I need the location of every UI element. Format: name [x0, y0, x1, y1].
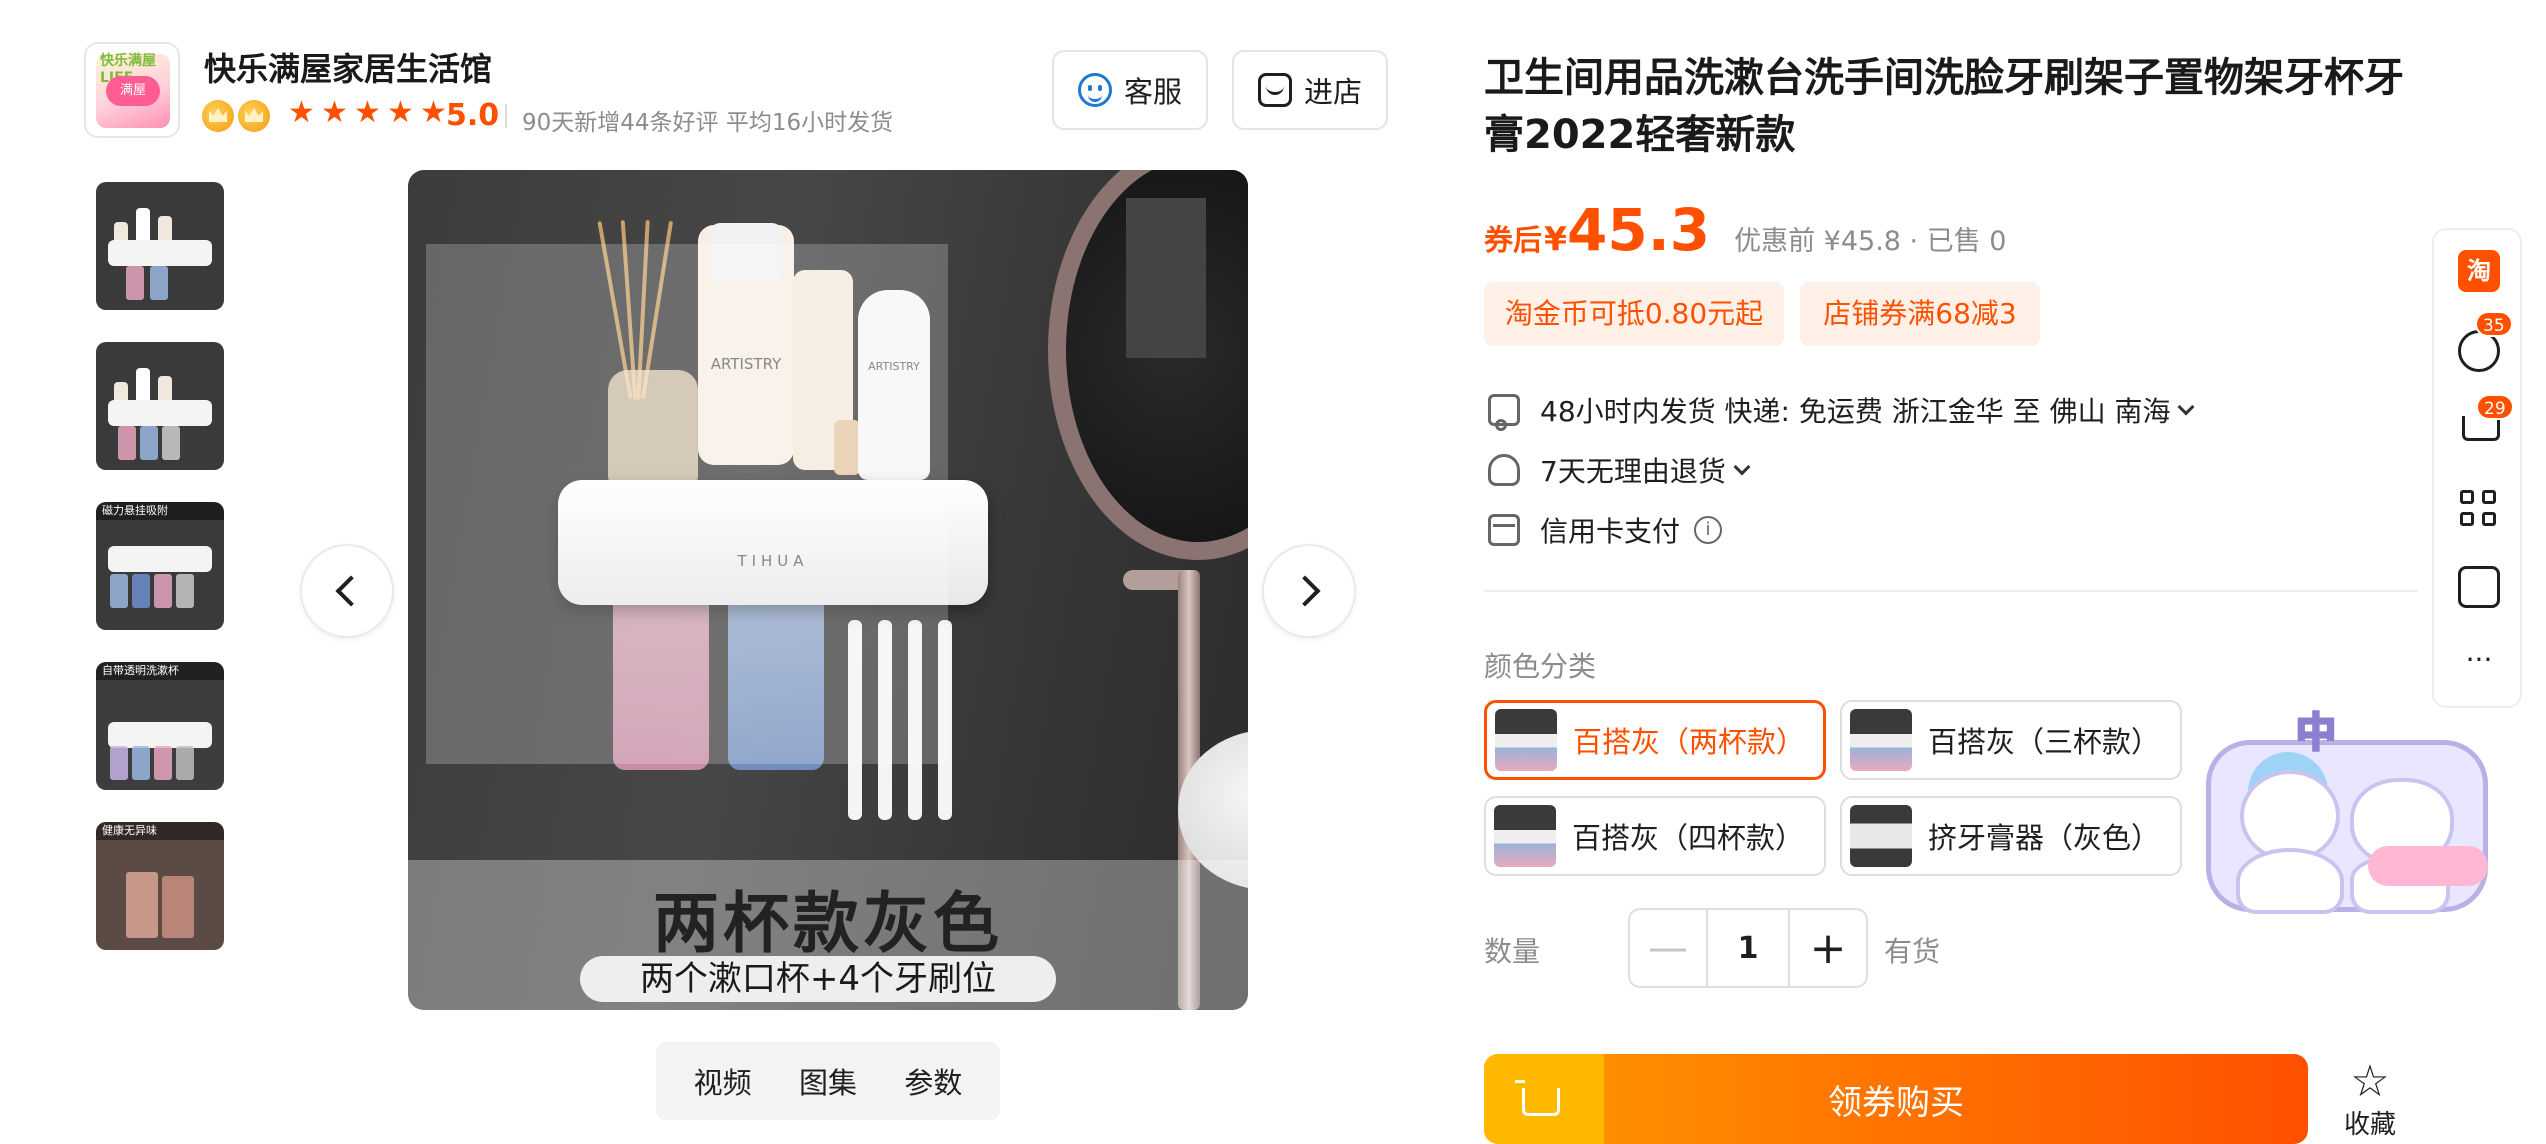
- quantity-decrease-button[interactable]: —: [1630, 910, 1708, 986]
- payment-text: 信用卡支付: [1540, 515, 1681, 548]
- crown-icon: [238, 100, 270, 132]
- shop-icon: [1257, 73, 1292, 107]
- sku-swatch: [1850, 709, 1912, 771]
- enter-shop-button[interactable]: 进店: [1232, 50, 1388, 130]
- favorite-label: 收藏: [2343, 1110, 2396, 1140]
- return-policy[interactable]: 7天无理由退货: [1488, 450, 1751, 490]
- image-overlay-subtitle: 两个漱口杯+4个牙刷位: [580, 956, 1056, 1002]
- return-text: 7天无理由退货: [1540, 455, 1726, 488]
- star-icon: ★: [387, 95, 414, 130]
- chevron-down-icon: [1733, 458, 1751, 476]
- quantity-label: 数量: [1484, 935, 1541, 968]
- enter-shop-label: 进店: [1303, 75, 1362, 109]
- chevron-down-icon: [2177, 398, 2195, 416]
- customer-service-label: 客服: [1123, 75, 1182, 109]
- customer-service-button[interactable]: 客服: [1052, 50, 1208, 130]
- shipping-text: 48小时内发货 快递: 免运费 浙江金华 至 佛山 南海: [1540, 395, 2171, 428]
- color-label: 颜色分类: [1484, 650, 1597, 683]
- chevron-right-icon: [1289, 575, 1321, 607]
- taobao-icon[interactable]: 淘: [2458, 250, 2500, 292]
- sku-swatch: [1850, 805, 1912, 867]
- cart-icon[interactable]: 29: [2458, 394, 2514, 450]
- info-icon[interactable]: i: [1694, 516, 1723, 544]
- quantity-stepper: — 1 +: [1628, 908, 1868, 988]
- shop-name[interactable]: 快乐满屋家居生活馆: [204, 44, 492, 90]
- buy-label: 领券购买: [1828, 1082, 1964, 1123]
- shop-logo[interactable]: 快乐满屋LIFE 满屋: [84, 42, 180, 138]
- divider: [505, 104, 507, 128]
- shop-meta: 90天新增44条好评 平均16小时发货: [522, 110, 894, 136]
- zoom-lens: [426, 244, 948, 764]
- shop-rating: 5.0: [446, 98, 500, 133]
- price-currency: ¥: [1544, 219, 1567, 258]
- quantity-increase-button[interactable]: +: [1788, 910, 1866, 986]
- star-outline-icon: ☆: [2350, 1056, 2390, 1107]
- thumbnail-4[interactable]: 自带透明洗漱杯: [96, 662, 224, 790]
- sku-option-1[interactable]: 百搭灰（两杯款）: [1484, 700, 1826, 780]
- crown-icon: [202, 100, 234, 132]
- coupon-taojinbi[interactable]: 淘金币可抵0.80元起: [1484, 282, 1784, 346]
- credit-card-icon: [1488, 514, 1520, 546]
- message-badge: 35: [2475, 311, 2513, 337]
- thumbnail-5[interactable]: 健康无异味: [96, 822, 224, 950]
- sku-label: 百搭灰（两杯款）: [1573, 725, 1806, 759]
- thumbnail-2[interactable]: [96, 342, 224, 470]
- quantity-input[interactable]: 1: [1708, 910, 1788, 986]
- shipping-info[interactable]: 48小时内发货 快递: 免运费 浙江金华 至 佛山 南海: [1488, 390, 2195, 431]
- thumbnail-caption: 健康无异味: [96, 822, 224, 840]
- search-doc-icon[interactable]: [2458, 566, 2500, 608]
- cart-badge: 29: [2476, 394, 2514, 420]
- product-title: 卫生间用品洗漱台洗手间洗脸牙刷架子置物架牙杯牙膏2022轻奢新款: [1484, 55, 2404, 158]
- mascot-text: 中: [2295, 709, 2338, 758]
- image-overlay-title: 两杯款灰色: [653, 885, 1003, 962]
- media-tabs: 视频 图集 参数: [656, 1042, 1000, 1120]
- shop-crowns: [202, 100, 270, 132]
- price-value: 45.3: [1566, 196, 1711, 264]
- sku-label: 挤牙膏器（灰色）: [1928, 821, 2161, 855]
- favorite-button[interactable]: ☆ 收藏: [2330, 1060, 2410, 1141]
- rating-stars: ★ ★ ★ ★ ★: [288, 98, 450, 128]
- more-icon[interactable]: ···: [2458, 646, 2500, 692]
- tab-params[interactable]: 参数: [904, 1060, 962, 1102]
- coupon-shop[interactable]: 店铺券满68减3: [1800, 282, 2040, 346]
- stock-status: 有货: [1884, 935, 1941, 968]
- divider: [1484, 590, 2418, 592]
- thumbnail-caption: 自带透明洗漱杯: [96, 662, 224, 680]
- main-product-image[interactable]: ARTISTRY ARTISTRY TIHUA 两杯款灰色 两个漱口杯+4个牙刷…: [408, 170, 1248, 1010]
- sku-option-3[interactable]: 百搭灰（四杯款）: [1484, 796, 1826, 876]
- chevron-left-icon: [335, 575, 367, 607]
- tab-video[interactable]: 视频: [694, 1060, 752, 1102]
- return-shield-icon: [1488, 454, 1520, 486]
- mascot-widget[interactable]: 中: [2200, 700, 2494, 918]
- tab-gallery[interactable]: 图集: [799, 1060, 857, 1102]
- thumbnail-3[interactable]: 磁力悬挂吸附: [96, 502, 224, 630]
- thumbnail-1[interactable]: [96, 182, 224, 310]
- sku-option-4[interactable]: 挤牙膏器（灰色）: [1840, 796, 2182, 876]
- star-icon: ★: [288, 95, 315, 130]
- buy-with-coupon-button[interactable]: 领券购买: [1484, 1054, 2308, 1144]
- original-price: 优惠前 ¥45.8 · 已售 0: [1734, 226, 2007, 257]
- payment-info: 信用卡支付 i: [1488, 510, 1723, 550]
- sku-swatch: [1495, 709, 1557, 771]
- add-to-cart-button[interactable]: [1484, 1054, 1604, 1144]
- sku-swatch: [1494, 805, 1556, 867]
- cart-plus-icon: [1515, 1080, 1560, 1116]
- thumbnail-caption: 磁力悬挂吸附: [96, 502, 224, 520]
- sku-option-2[interactable]: 百搭灰（三杯款）: [1840, 700, 2182, 780]
- star-icon: ★: [354, 95, 381, 130]
- sku-label: 百搭灰（三杯款）: [1928, 725, 2161, 759]
- sku-label: 百搭灰（四杯款）: [1572, 821, 1805, 855]
- price-block: 券后 ¥ 45.3 优惠前 ¥45.8 · 已售 0: [1484, 196, 2006, 264]
- truck-icon: [1488, 394, 1520, 431]
- prev-image-button[interactable]: [300, 544, 394, 638]
- chat-smile-icon: [1077, 73, 1112, 107]
- next-image-button[interactable]: [1262, 544, 1356, 638]
- star-icon: ★: [321, 95, 348, 130]
- side-toolbar: 淘 35 29 ···: [2432, 228, 2522, 708]
- grid-icon[interactable]: [2458, 488, 2500, 530]
- price-label: 券后: [1484, 223, 1543, 257]
- shop-logo-badge: 满屋: [106, 76, 160, 106]
- message-icon[interactable]: 35: [2458, 311, 2513, 372]
